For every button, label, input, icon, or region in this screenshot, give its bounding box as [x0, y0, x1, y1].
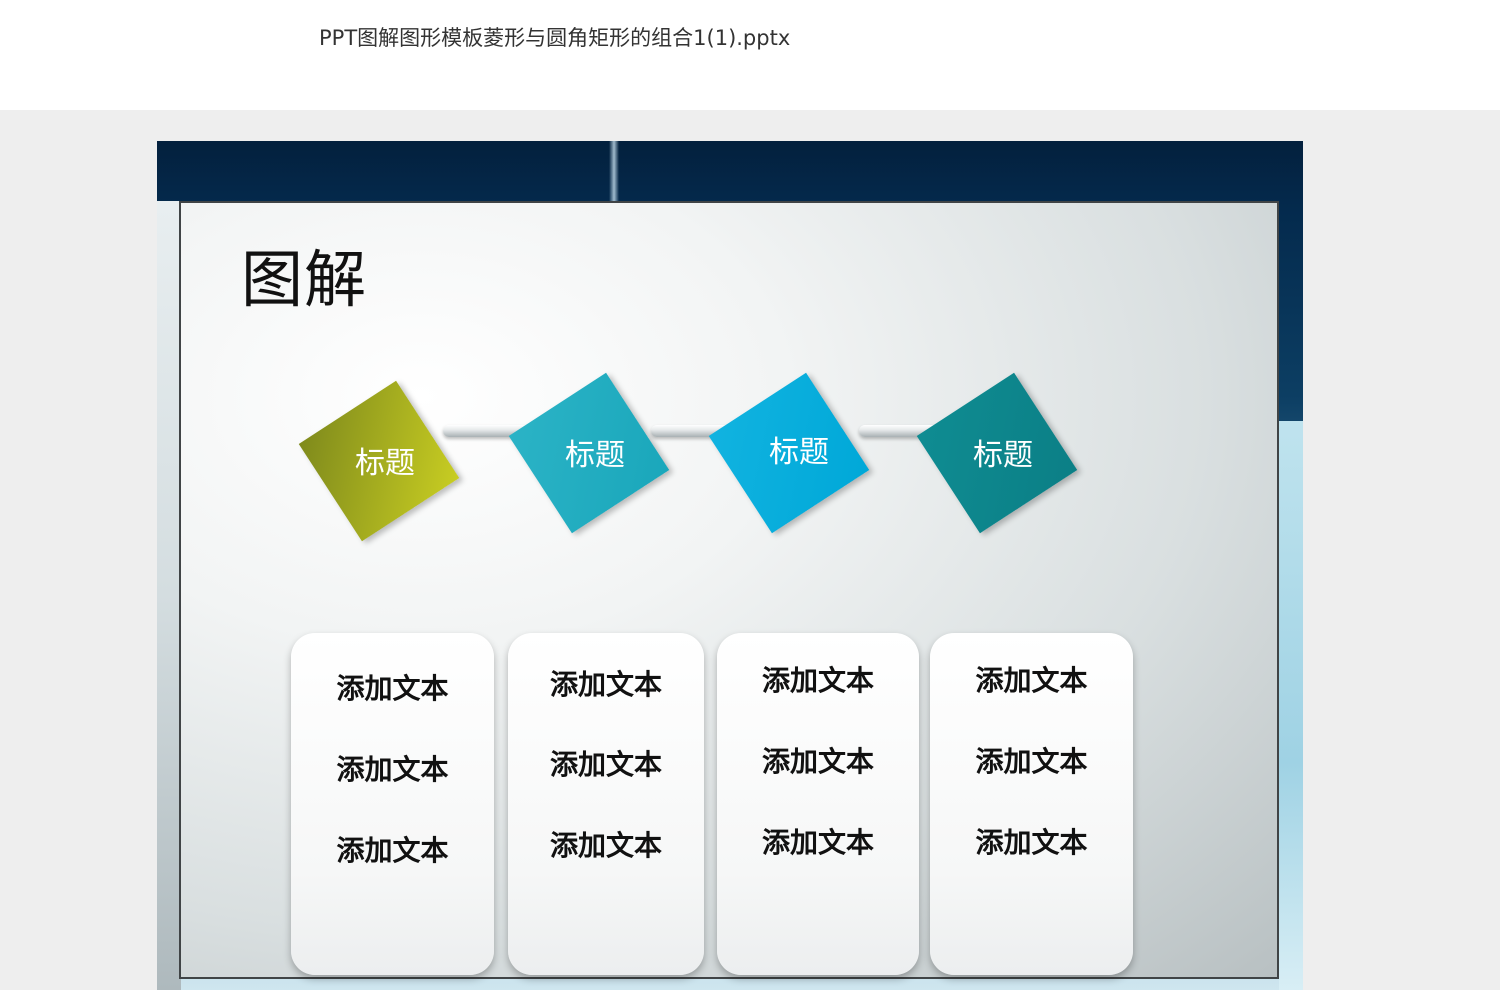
- background-left-edge: [157, 201, 181, 990]
- card-text[interactable]: 添加文本: [508, 663, 704, 703]
- text-card-4[interactable]: 添加文本 添加文本 添加文本: [930, 633, 1133, 975]
- card-text[interactable]: 添加文本: [930, 821, 1133, 861]
- step-title-1: 标题: [355, 446, 415, 481]
- card-text[interactable]: 添加文本: [717, 659, 919, 699]
- background-light-streak: [609, 141, 619, 203]
- card-text[interactable]: 添加文本: [291, 667, 494, 707]
- text-card-1[interactable]: 添加文本 添加文本 添加文本: [291, 633, 494, 975]
- slide[interactable]: 图解 标题 标题 标题 标题 添加文本 添加文本 添加文本 添加文本 添加文本 …: [157, 141, 1303, 990]
- step-title-4: 标题: [973, 438, 1033, 473]
- card-text[interactable]: 添加文本: [508, 824, 704, 864]
- text-card-2[interactable]: 添加文本 添加文本 添加文本: [508, 633, 704, 975]
- card-text[interactable]: 添加文本: [930, 659, 1133, 699]
- background-right-edge: [1279, 421, 1303, 990]
- card-text[interactable]: 添加文本: [291, 748, 494, 788]
- step-title-3: 标题: [769, 435, 829, 470]
- file-header: PPT图解图形模板菱形与圆角矩形的组合1(1).pptx: [0, 0, 1500, 110]
- step-title-2: 标题: [565, 438, 625, 473]
- card-text[interactable]: 添加文本: [717, 740, 919, 780]
- file-title: PPT图解图形模板菱形与圆角矩形的组合1(1).pptx: [319, 26, 791, 50]
- card-text[interactable]: 添加文本: [717, 821, 919, 861]
- text-card-3[interactable]: 添加文本 添加文本 添加文本: [717, 633, 919, 975]
- slide-heading: 图解: [241, 243, 368, 316]
- content-panel: 图解 标题 标题 标题 标题 添加文本 添加文本 添加文本 添加文本 添加文本 …: [179, 201, 1279, 979]
- card-text[interactable]: 添加文本: [291, 829, 494, 869]
- card-text[interactable]: 添加文本: [930, 740, 1133, 780]
- card-text[interactable]: 添加文本: [508, 743, 704, 783]
